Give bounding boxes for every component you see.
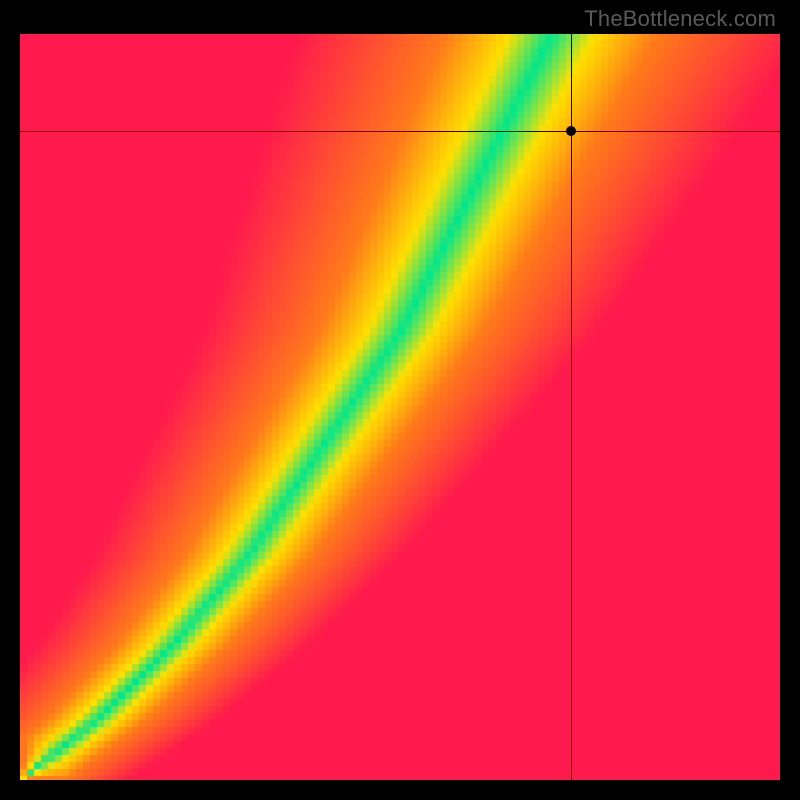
selection-marker[interactable] [566,126,576,136]
crosshair-horizontal [20,131,780,132]
watermark-text: TheBottleneck.com [584,6,776,32]
heatmap-canvas [20,34,780,780]
heatmap-plot [20,34,780,780]
crosshair-vertical [571,34,572,780]
